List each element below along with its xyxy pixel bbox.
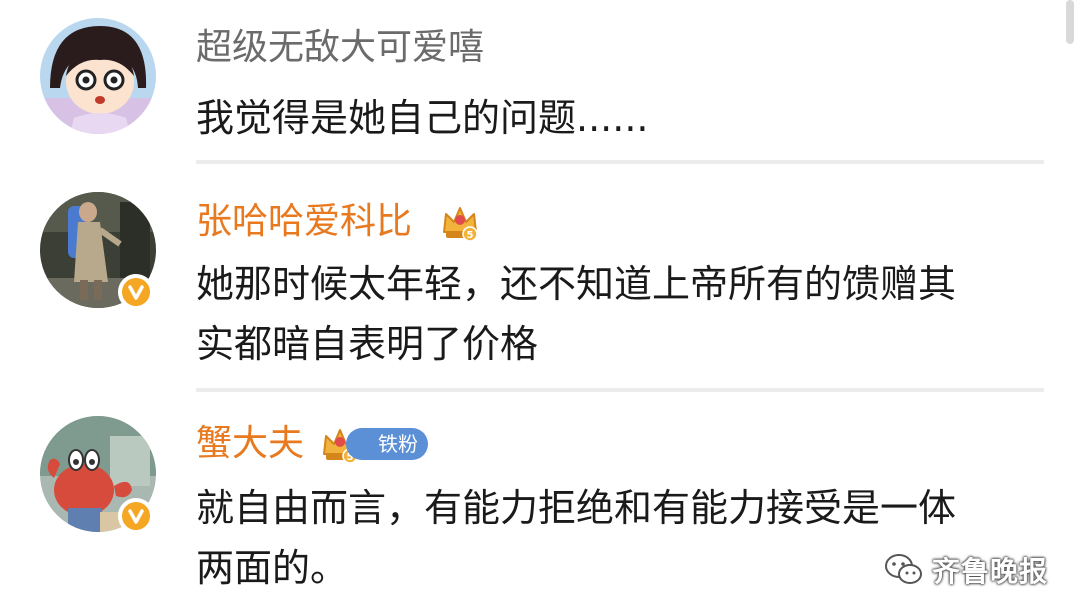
vip-level-label: 5 [467,230,474,241]
comment-username[interactable]: 蟹大夫 [196,422,304,466]
comment-divider [196,160,1044,164]
watermark-text: 齐鲁晚报 [931,555,1048,588]
comment-text: 我觉得是她自己的问题...... [196,96,649,140]
comment-feed: 超级无敌大可爱嘻 我觉得是她自己的问题...... 张哈哈爱科比 5 她那时候太… [0,0,1080,616]
watermark: 齐鲁晚报 [884,548,1048,592]
fan-badge-label: 铁粉 [378,432,418,456]
verified-badge-icon [118,274,154,310]
comment-text: 就自由而言，有能力拒绝和有能力接受是一体 [196,486,957,530]
comment-username[interactable]: 超级无敌大可爱嘻 [196,26,484,70]
cartoon-girl-avatar[interactable] [40,18,156,134]
comment-username[interactable]: 张哈哈爱科比 [196,200,412,244]
verified-badge-icon [118,498,154,534]
comment-item: 张哈哈爱科比 5 她那时候太年轻，还不知道上帝所有的馈赠其 实都暗自表明了价格 [0,170,1080,392]
vip-crown-icon: 5 [443,207,478,242]
comment-item: 超级无敌大可爱嘻 我觉得是她自己的问题...... [0,0,1080,170]
comment-text: 两面的。 [196,546,349,590]
fan-badge: 铁粉 [346,428,428,460]
comment-text: 她那时候太年轻，还不知道上帝所有的馈赠其 [196,262,957,306]
wechat-icon [884,554,922,584]
comment-text: 实都暗自表明了价格 [196,322,539,366]
